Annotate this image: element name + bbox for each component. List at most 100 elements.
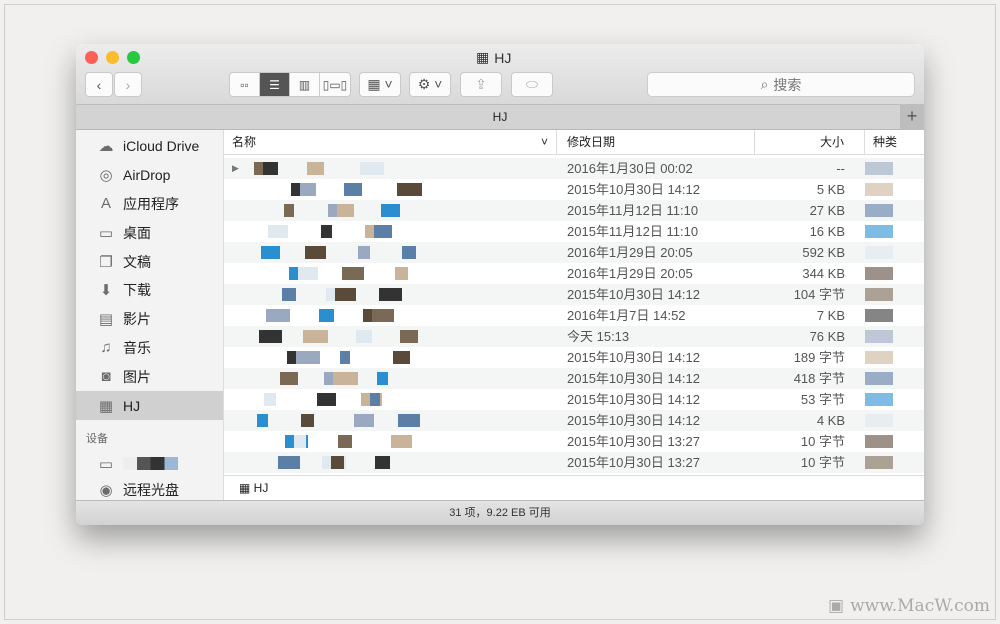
date-cell: 2015年10月30日 14:12 xyxy=(567,287,700,302)
table-row[interactable]: ▶ 2016年1月30日 00:02 -- xyxy=(224,158,924,179)
table-row[interactable]: 2016年1月29日 20:05 344 KB xyxy=(224,263,924,284)
minimize-button[interactable] xyxy=(106,51,119,64)
table-row[interactable]: 2016年1月29日 20:05 592 KB xyxy=(224,242,924,263)
table-row[interactable]: 2015年10月30日 13:27 10 字节 xyxy=(224,452,924,473)
size-cell: 16 KB xyxy=(809,224,845,239)
column-size[interactable]: 大小 xyxy=(755,130,865,154)
kind-cell xyxy=(865,158,924,179)
table-row[interactable]: 2016年1月7日 14:52 7 KB xyxy=(224,305,924,326)
redacted-filename xyxy=(402,246,416,259)
chevron-down-icon: ˅ xyxy=(540,135,548,149)
date-cell: 2016年1月7日 14:52 xyxy=(567,308,686,323)
zoom-button[interactable] xyxy=(127,51,140,64)
sidebar-item-pictures[interactable]: ◙ 图片 xyxy=(76,362,223,391)
action-gear-button[interactable]: ⚙ ˅ xyxy=(409,72,451,97)
list-view-button[interactable]: ☰ xyxy=(260,73,290,96)
name-cell xyxy=(224,347,557,368)
column-view-button[interactable]: ▥ xyxy=(290,73,320,96)
redacted-filename xyxy=(278,456,300,469)
name-cell xyxy=(224,263,557,284)
tag-button[interactable]: ⬭ xyxy=(511,72,553,97)
sidebar-item-hj[interactable]: ▦ HJ xyxy=(76,391,223,420)
table-row[interactable]: 2015年11月12日 11:10 27 KB xyxy=(224,200,924,221)
redacted-filename xyxy=(374,225,392,238)
redacted-filename xyxy=(400,330,418,343)
column-kind[interactable]: 种类 xyxy=(865,130,924,154)
drive-icon: ▦ xyxy=(476,49,490,65)
sidebar-item-downloads[interactable]: ⬇ 下载 xyxy=(76,276,223,305)
kind-cell xyxy=(865,263,924,284)
redacted-filename xyxy=(305,246,326,259)
table-row[interactable]: 2015年10月30日 14:12 189 字节 xyxy=(224,347,924,368)
sidebar-item-documents[interactable]: ❐ 文稿 xyxy=(76,247,223,276)
redacted-kind xyxy=(865,372,893,385)
redacted-filename xyxy=(284,204,294,217)
sidebar-item-airdrop[interactable]: ◎ AirDrop xyxy=(76,161,223,190)
redacted-filename xyxy=(333,372,358,385)
kind-cell xyxy=(865,410,924,431)
table-row[interactable]: 2015年10月30日 14:12 5 KB xyxy=(224,179,924,200)
back-button[interactable]: ‹ xyxy=(85,72,113,97)
name-cell xyxy=(224,242,557,263)
sidebar-item-label: HJ xyxy=(123,397,141,414)
redacted-filename xyxy=(268,225,288,238)
table-row[interactable]: 2015年10月30日 14:12 53 字节 xyxy=(224,389,924,410)
table-row[interactable]: 2015年10月30日 14:12 4 KB xyxy=(224,410,924,431)
sidebar-item-computer[interactable]: ▭ xyxy=(76,452,223,476)
table-row[interactable]: 2015年10月30日 14:12 104 字节 xyxy=(224,284,924,305)
size-cell: 10 字节 xyxy=(800,434,845,449)
disclosure-triangle-icon[interactable]: ▶ xyxy=(232,158,239,179)
close-button[interactable] xyxy=(85,51,98,64)
sidebar-item-music[interactable]: ♫ 音乐 xyxy=(76,334,223,363)
date-cell: 2015年11月12日 11:10 xyxy=(567,224,699,239)
redacted-kind xyxy=(865,267,893,280)
redacted-kind xyxy=(865,393,893,406)
sidebar-item-label: 应用程序 xyxy=(123,195,179,212)
tab-hj[interactable]: HJ xyxy=(493,110,508,124)
sidebar-item-desktop[interactable]: ▭ 桌面 xyxy=(76,218,223,247)
icon-view-button[interactable]: ▫▫ xyxy=(230,73,260,96)
column-date[interactable]: 修改日期 xyxy=(557,130,755,154)
table-row[interactable]: 今天 15:13 76 KB xyxy=(224,326,924,347)
new-tab-button[interactable]: + xyxy=(900,105,924,130)
size-cell: 10 字节 xyxy=(800,455,845,470)
name-cell: ▶ xyxy=(224,158,557,179)
path-bar: ▦ HJ xyxy=(224,475,924,500)
redacted-kind xyxy=(865,162,893,175)
date-cell: 2015年10月30日 14:12 xyxy=(567,392,700,407)
column-name[interactable]: 名称 ˅ xyxy=(224,130,557,154)
kind-cell xyxy=(865,389,924,410)
redacted-filename xyxy=(264,393,276,406)
watermark: ▣ www.MacW.com xyxy=(828,596,990,616)
redacted-filename xyxy=(319,309,334,322)
size-cell: 104 字节 xyxy=(793,287,845,302)
redacted-filename xyxy=(335,288,356,301)
sidebar-item-label: iCloud Drive xyxy=(123,138,200,155)
sidebar-item-remote-disc[interactable]: ◉ 远程光盘 xyxy=(76,476,223,500)
redacted-filename xyxy=(377,372,388,385)
watermark-logo-icon: ▣ xyxy=(828,596,845,616)
music-icon: ♫ xyxy=(100,339,112,357)
forward-button[interactable]: › xyxy=(114,72,142,97)
table-row[interactable]: 2015年11月12日 11:10 16 KB xyxy=(224,221,924,242)
applications-icon: A xyxy=(100,195,111,213)
kind-cell xyxy=(865,452,924,473)
table-row[interactable]: 2015年10月30日 13:27 10 字节 xyxy=(224,431,924,452)
sidebar-item-icloud[interactable]: ☁ iCloud Drive xyxy=(76,132,223,161)
sidebar-item-applications[interactable]: A 应用程序 xyxy=(76,190,223,219)
table-row[interactable]: 2015年10月30日 14:12 418 字节 xyxy=(224,368,924,389)
coverflow-view-button[interactable]: ▯▭▯ xyxy=(320,73,350,96)
search-icon: ⌕ xyxy=(760,76,769,92)
search-input[interactable]: ⌕ 搜索 xyxy=(647,72,915,97)
path-item[interactable]: HJ xyxy=(254,481,269,495)
redacted-filename xyxy=(259,330,282,343)
redacted-filename xyxy=(393,351,410,364)
arrange-button[interactable]: ▦ ˅ xyxy=(359,72,401,97)
redacted-filename xyxy=(280,372,298,385)
redacted-kind xyxy=(865,435,893,448)
watermark-text: www.MacW.com xyxy=(850,596,990,616)
file-list: 名称 ˅ 修改日期 大小 种类 ▶ 2016年1月30日 00:02 -- 2015年1… xyxy=(224,130,924,475)
share-button[interactable]: ⇪ xyxy=(460,72,502,97)
cloud-icon: ☁ xyxy=(98,138,114,156)
sidebar-item-movies[interactable]: ▤ 影片 xyxy=(76,305,223,334)
